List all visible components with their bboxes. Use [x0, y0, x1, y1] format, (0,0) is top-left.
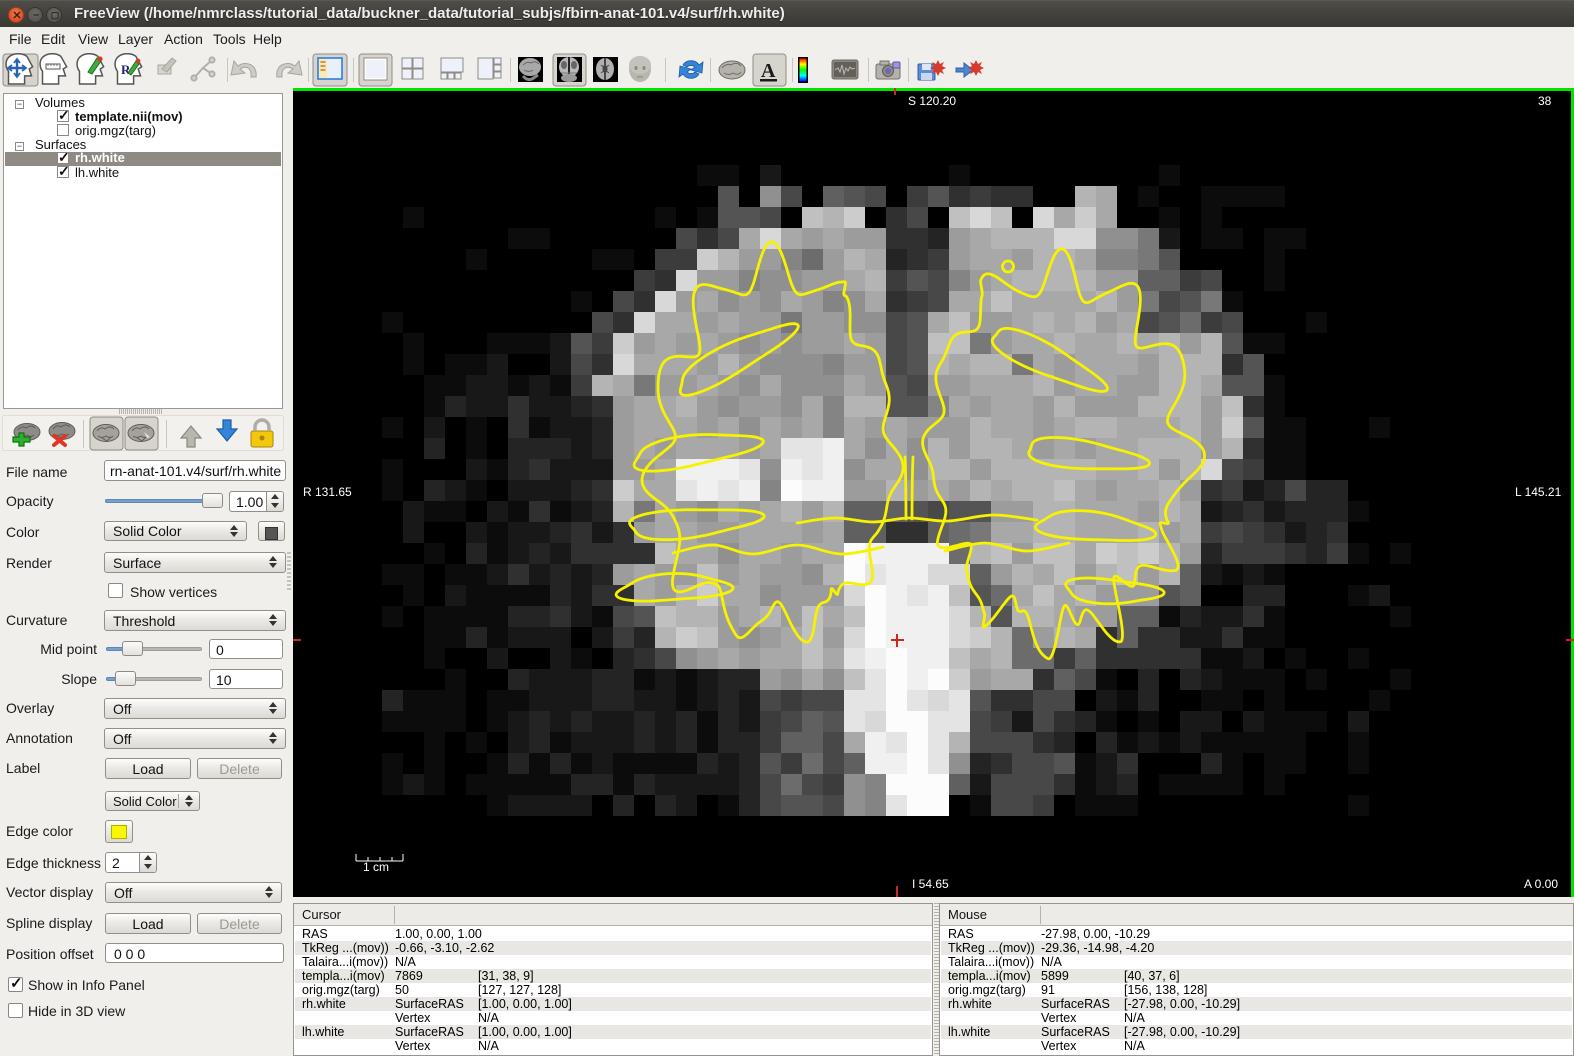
svg-text:1 cm: 1 cm: [363, 860, 389, 873]
svg-text:R: R: [121, 62, 131, 77]
svg-text:A: A: [761, 60, 776, 82]
